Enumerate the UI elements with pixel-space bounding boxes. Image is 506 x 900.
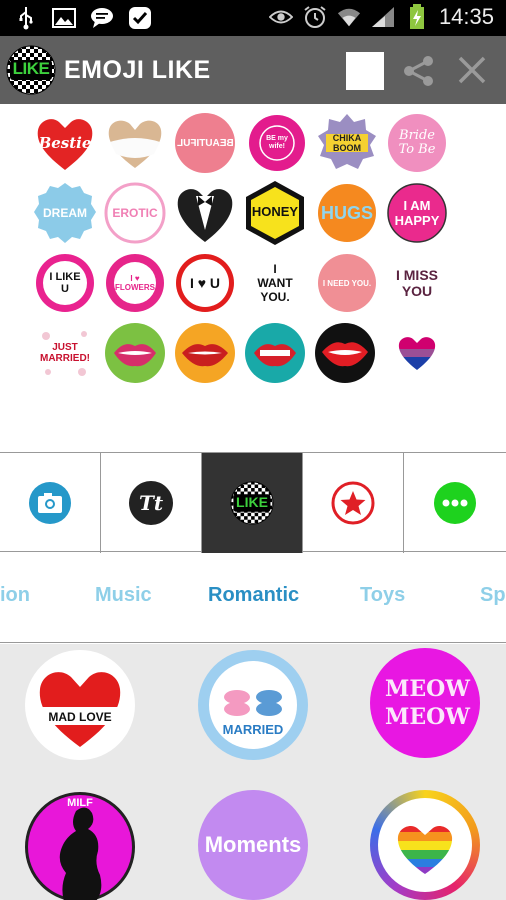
share-icon[interactable] [402, 54, 436, 88]
star-icon [331, 481, 375, 525]
battery-charging-icon [405, 4, 429, 29]
tab-fashion[interactable]: ion [0, 584, 30, 607]
sticker-lips-bite-orange[interactable] [174, 322, 236, 384]
star-tool[interactable] [303, 453, 404, 553]
like-tool[interactable]: LIKE [202, 453, 303, 553]
clock-time: 14:35 [438, 4, 494, 29]
sticker-vampire-lips[interactable] [314, 322, 376, 384]
sticker-i-need-you[interactable]: I NEED YOU. [316, 252, 378, 314]
sticker-bride-to-be[interactable]: Bride To Be [386, 112, 448, 174]
camera-icon [29, 482, 71, 524]
tab-romantic[interactable]: Romantic [208, 584, 299, 607]
check-badge-icon [128, 6, 152, 30]
sticker-chika-boom[interactable]: CHIKA BOOM [316, 112, 378, 174]
image-icon [52, 6, 76, 30]
sticker-beautiful[interactable]: BEAUTIFUL [174, 112, 236, 174]
gallery-mad-love[interactable]: MAD LOVE [25, 650, 135, 760]
sticker-lips-teal[interactable] [244, 322, 306, 384]
wifi-icon [337, 5, 361, 29]
color-picker-button[interactable] [346, 52, 384, 90]
usb-icon [14, 6, 38, 30]
sticker-i-am-happy[interactable]: I AM HAPPY [386, 182, 448, 244]
sticker-hugs[interactable]: HUGS [316, 182, 378, 244]
sticker-dream[interactable]: DREAM [34, 182, 96, 244]
category-tabs: ion Music Romantic Toys Sp [0, 553, 506, 643]
gallery-milf[interactable]: MILF [25, 792, 135, 900]
sticker-dress[interactable] [104, 112, 166, 174]
gallery-moments[interactable]: Moments [198, 790, 308, 900]
sticker-honey[interactable]: HONEY [244, 180, 306, 245]
sticker-grid: Bestie BEAUTIFUL BE my wife! CHIKA BOOM … [0, 104, 506, 452]
gallery-meow-meow[interactable]: MEOW MEOW [370, 648, 480, 758]
app-title: EMOJI LIKE [64, 56, 211, 84]
app-logo: LIKE [6, 45, 56, 95]
text-tt-icon: Tt [129, 481, 173, 525]
more-dots-icon [433, 482, 476, 524]
sticker-i-want-you[interactable]: I WANT YOU. [244, 252, 306, 314]
tab-toys[interactable]: Toys [360, 584, 405, 607]
tool-bar: Tt LIKE [0, 452, 506, 553]
romantic-gallery: MAD LOVE MARRIED MEOW MEOW MILF Moments [0, 644, 506, 900]
camera-tool[interactable] [0, 453, 101, 553]
tab-music[interactable]: Music [95, 584, 152, 607]
status-bar: 14:35 [0, 0, 506, 36]
sticker-i-miss-you[interactable]: I MISS YOU [386, 252, 448, 314]
chat-icon [90, 6, 114, 30]
sticker-lips-bite-green[interactable] [104, 322, 166, 384]
close-icon[interactable] [456, 54, 488, 86]
sticker-i-love-u[interactable]: I ♥ U [174, 252, 236, 314]
sticker-tuxedo[interactable] [174, 182, 236, 244]
sticker-bi-heart[interactable] [386, 322, 448, 384]
app-bar: LIKE EMOJI LIKE [0, 36, 506, 104]
sticker-i-like-u[interactable]: I LIKE U [34, 252, 96, 314]
text-tool[interactable]: Tt [101, 453, 202, 553]
like-logo-icon: LIKE [230, 481, 274, 525]
more-tool[interactable] [404, 453, 505, 553]
sticker-be-my-wife[interactable]: BE my wife! [246, 112, 308, 174]
tab-sp[interactable]: Sp [480, 584, 506, 607]
sticker-bestie[interactable]: Bestie [34, 112, 96, 174]
alarm-icon [303, 5, 327, 29]
sticker-just-married[interactable]: JUST MARRIED! [34, 322, 96, 384]
signal-icon [371, 5, 395, 29]
sticker-erotic[interactable]: EROTIC [104, 182, 166, 244]
gallery-rainbow-heart[interactable] [370, 790, 480, 900]
logo-text: LIKE [12, 59, 50, 78]
eye-icon [268, 5, 293, 29]
sticker-i-love-flowers[interactable]: I ♥ FLOWERS [104, 252, 166, 314]
gallery-married[interactable]: MARRIED [198, 650, 308, 760]
